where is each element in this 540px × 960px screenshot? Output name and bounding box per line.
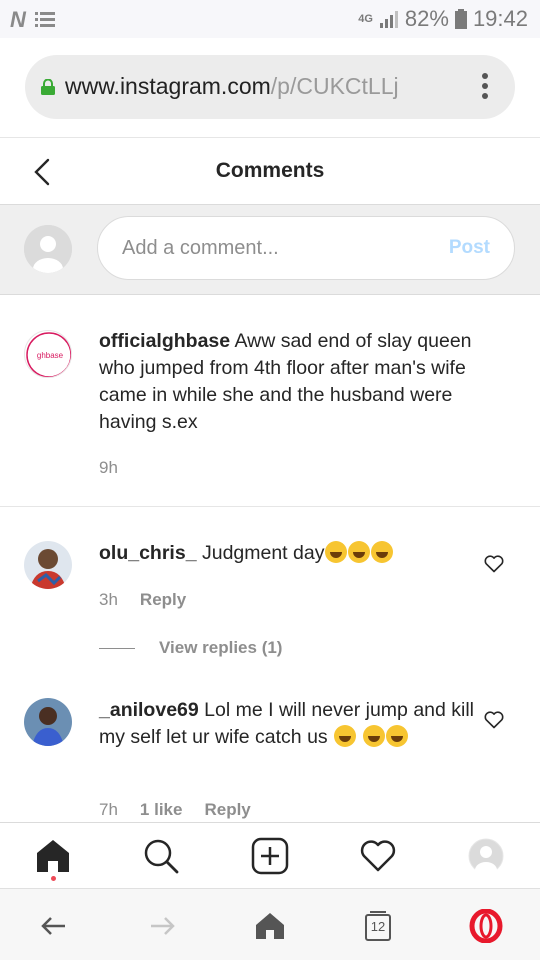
comment-input-container: Post bbox=[97, 216, 515, 280]
reply-button[interactable]: Reply bbox=[140, 590, 186, 610]
tabs-count: 12 bbox=[370, 919, 386, 934]
avatar[interactable] bbox=[24, 698, 72, 746]
browser-home-icon[interactable] bbox=[253, 909, 287, 943]
signal-icon bbox=[379, 11, 398, 28]
avatar[interactable] bbox=[24, 541, 72, 589]
view-replies-button[interactable]: View replies (1) bbox=[99, 638, 282, 658]
default-avatar-icon bbox=[24, 225, 72, 273]
caption-username[interactable]: officialghbase bbox=[99, 330, 230, 352]
activity-heart-icon[interactable] bbox=[359, 837, 397, 875]
url-text[interactable]: www.instagram.com/p/CUKCtLLj bbox=[65, 73, 465, 100]
tabs-button[interactable]: 12 bbox=[361, 909, 395, 943]
caption-meta: 9h bbox=[99, 458, 118, 478]
grinning-emoji-icon bbox=[362, 725, 385, 747]
comment-input[interactable] bbox=[122, 231, 422, 265]
instagram-bottom-nav bbox=[0, 822, 540, 888]
comment-meta: 7h 1 like Reply bbox=[99, 800, 251, 820]
kebab-menu-icon[interactable] bbox=[481, 73, 489, 101]
svg-text:ghbase: ghbase bbox=[37, 351, 64, 360]
grinning-emoji-icon bbox=[385, 725, 408, 747]
caption: ghbase officialghbase Aww sad end of sla… bbox=[0, 296, 540, 506]
like-count[interactable]: 1 like bbox=[140, 800, 183, 820]
view-replies-label: View replies (1) bbox=[159, 638, 283, 657]
comment-item: _anilove69 Lol me I will never jump and … bbox=[0, 667, 540, 822]
comment-body: Judgment day bbox=[201, 542, 325, 564]
comment-item: olu_chris_ Judgment day 3h Reply View re… bbox=[0, 507, 540, 667]
url-host: www.instagram.com bbox=[65, 73, 271, 99]
battery-icon bbox=[454, 9, 467, 29]
grinning-emoji-icon bbox=[334, 725, 357, 747]
reply-button[interactable]: Reply bbox=[204, 800, 250, 820]
comment-text: olu_chris_ Judgment day bbox=[99, 540, 504, 567]
comment-username[interactable]: olu_chris_ bbox=[99, 542, 197, 564]
caption-text: officialghbase Aww sad end of slay queen… bbox=[99, 328, 504, 436]
forward-arrow-icon[interactable] bbox=[145, 909, 179, 943]
url-path: /p/CUKCtLLj bbox=[270, 73, 399, 99]
carrier-logo: N bbox=[10, 7, 26, 32]
battery-percent: 82% bbox=[404, 6, 449, 31]
search-icon[interactable] bbox=[142, 837, 180, 875]
avatar[interactable]: ghbase bbox=[24, 330, 72, 378]
status-bar: N 4G 82% 19:42 bbox=[0, 0, 540, 38]
browser-bottom-nav: 12 bbox=[0, 888, 540, 960]
like-heart-icon[interactable] bbox=[484, 711, 504, 729]
user-photo bbox=[24, 541, 72, 589]
clock: 19:42 bbox=[472, 6, 528, 31]
user-photo bbox=[24, 698, 72, 746]
avatar bbox=[24, 225, 72, 273]
timestamp[interactable]: 7h bbox=[99, 800, 118, 820]
new-post-icon[interactable] bbox=[251, 837, 289, 875]
ghbase-logo-icon: ghbase bbox=[26, 332, 71, 377]
comment-meta: 3h Reply bbox=[99, 590, 186, 610]
timestamp[interactable]: 9h bbox=[99, 458, 118, 478]
comment-username[interactable]: _anilove69 bbox=[99, 699, 199, 721]
lock-icon bbox=[41, 79, 55, 95]
laughing-emoji-icon bbox=[371, 541, 394, 563]
browser-toolbar: www.instagram.com/p/CUKCtLLj bbox=[0, 38, 540, 138]
comment-text: _anilove69 Lol me I will never jump and … bbox=[99, 697, 504, 751]
notification-dot bbox=[51, 876, 56, 881]
comments-header: Comments bbox=[0, 139, 540, 205]
timestamp[interactable]: 3h bbox=[99, 590, 118, 610]
page-title: Comments bbox=[215, 159, 325, 182]
laughing-emoji-icon bbox=[348, 541, 371, 563]
profile-avatar-icon[interactable] bbox=[467, 837, 505, 875]
like-heart-icon[interactable] bbox=[484, 555, 504, 573]
back-arrow-icon[interactable] bbox=[37, 909, 71, 943]
opera-menu-icon[interactable] bbox=[469, 909, 503, 943]
post-button[interactable]: Post bbox=[449, 237, 490, 259]
home-icon[interactable] bbox=[34, 837, 72, 875]
notification-list-icon bbox=[34, 12, 55, 27]
divider bbox=[99, 647, 135, 649]
address-bar[interactable]: www.instagram.com/p/CUKCtLLj bbox=[25, 55, 515, 119]
laughing-emoji-icon bbox=[325, 541, 348, 563]
network-type: 4G bbox=[358, 13, 373, 25]
add-comment-bar: Post bbox=[0, 205, 540, 295]
